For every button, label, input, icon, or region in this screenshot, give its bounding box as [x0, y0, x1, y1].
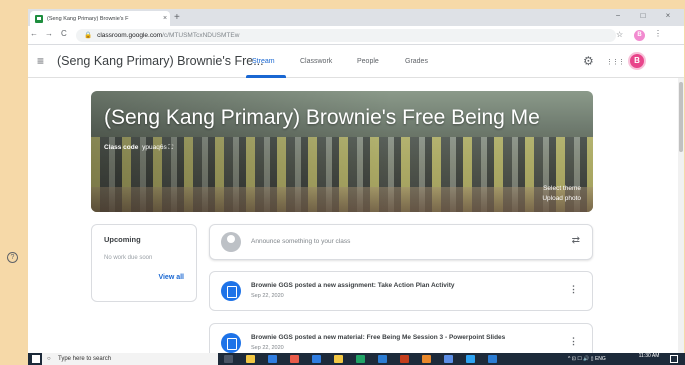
- class-code[interactable]: Class code ypuaq6s ⛶: [104, 144, 173, 152]
- classroom-favicon-icon: [35, 14, 43, 23]
- assignment-icon: [221, 281, 241, 301]
- announce-box[interactable]: Announce something to your class ⇄: [209, 224, 593, 260]
- minimize-button[interactable]: −: [608, 11, 628, 20]
- browser-menu-icon[interactable]: ⋮: [654, 29, 662, 38]
- tab-grades[interactable]: Grades: [405, 58, 428, 65]
- scrollbar-thumb[interactable]: [679, 82, 683, 152]
- new-tab-button[interactable]: +: [174, 11, 180, 24]
- post-date: Sep 22, 2020: [251, 345, 284, 351]
- taskbar-app-icon[interactable]: [444, 355, 453, 363]
- taskbar-app-icon[interactable]: [246, 355, 255, 363]
- taskbar-app-icon[interactable]: [466, 355, 475, 363]
- stream-post[interactable]: Brownie GGS posted a new assignment: Tak…: [209, 271, 593, 311]
- post-date: Sep 22, 2020: [251, 293, 284, 299]
- settings-gear-icon[interactable]: ⚙: [583, 54, 594, 68]
- upcoming-empty-text: No work due soon: [104, 255, 153, 261]
- taskbar-app-icon[interactable]: [422, 355, 431, 363]
- tab-title: (Seng Kang Primary) Brownie's F: [47, 15, 129, 22]
- post-title[interactable]: Brownie GGS posted a new material: Free …: [251, 334, 505, 341]
- tab-close-icon[interactable]: ×: [160, 15, 170, 22]
- banner-title: (Seng Kang Primary) Brownie's Free Being…: [104, 106, 540, 129]
- profile-button[interactable]: B: [634, 30, 645, 41]
- taskbar-app-icon[interactable]: [224, 355, 233, 363]
- url-host: classroom.google.com: [97, 32, 163, 39]
- browser-tab-strip: (Seng Kang Primary) Brownie's F × + − □ …: [28, 9, 684, 26]
- taskbar-search-input[interactable]: Type here to search: [42, 353, 218, 365]
- taskbar-app-icon[interactable]: [400, 355, 409, 363]
- lock-icon: 🔒: [84, 32, 93, 39]
- tab-classwork[interactable]: Classwork: [300, 58, 332, 65]
- browser-toolbar: ← → C 🔒 classroom.google.com/c/MTUSMTcxND…: [28, 26, 684, 45]
- view-all-link[interactable]: View all: [158, 274, 184, 281]
- page-scrollbar[interactable]: [678, 78, 684, 353]
- notification-icon[interactable]: [670, 355, 678, 363]
- url-path: /c/MTUSMTcxNDUSMTEw: [162, 32, 240, 39]
- reload-button[interactable]: C: [61, 29, 67, 38]
- post-options-icon[interactable]: ⋮: [569, 284, 578, 295]
- taskbar-app-icon[interactable]: [268, 355, 277, 363]
- system-tray[interactable]: ^ ⊡ ☐ 🔊 ▯ ENG: [568, 353, 606, 365]
- stream-page: (Seng Kang Primary) Brownie's Free Being…: [28, 78, 684, 363]
- tab-people[interactable]: People: [357, 58, 379, 65]
- announce-placeholder[interactable]: Announce something to your class: [251, 238, 350, 245]
- post-options-icon[interactable]: ⋮: [569, 336, 578, 347]
- post-title[interactable]: Brownie GGS posted a new assignment: Tak…: [251, 282, 454, 289]
- user-avatar-icon: [221, 232, 241, 252]
- upcoming-panel: Upcoming No work due soon View all: [91, 224, 197, 302]
- main-menu-icon[interactable]: ≡: [37, 54, 44, 68]
- windows-start-icon[interactable]: [32, 355, 40, 363]
- tab-stream[interactable]: Stream: [252, 58, 275, 65]
- taskbar-app-icon[interactable]: [356, 355, 365, 363]
- material-icon: [221, 333, 241, 353]
- taskbar-app-icon[interactable]: [378, 355, 387, 363]
- account-avatar[interactable]: B: [628, 52, 646, 70]
- class-title[interactable]: (Seng Kang Primary) Brownie's Fre...: [57, 54, 264, 68]
- maximize-button[interactable]: □: [633, 11, 653, 20]
- taskbar-app-icon[interactable]: [290, 355, 299, 363]
- class-banner: (Seng Kang Primary) Brownie's Free Being…: [91, 91, 593, 212]
- upcoming-title: Upcoming: [104, 235, 141, 244]
- repost-icon[interactable]: ⇄: [572, 235, 580, 246]
- windows-taskbar: Type here to search ^ ⊡ ☐ 🔊 ▯ ENG 11:30 …: [28, 353, 685, 365]
- classroom-header: ≡ (Seng Kang Primary) Brownie's Fre... S…: [28, 45, 684, 78]
- select-theme-link[interactable]: Select theme: [543, 185, 581, 192]
- screenshot: (Seng Kang Primary) Brownie's F × + − □ …: [0, 0, 685, 365]
- forward-button[interactable]: →: [45, 29, 53, 38]
- back-button[interactable]: ←: [30, 29, 38, 38]
- google-apps-icon[interactable]: ⋮⋮⋮: [606, 58, 625, 66]
- browser-tab[interactable]: (Seng Kang Primary) Brownie's F ×: [30, 11, 170, 26]
- taskbar-app-icon[interactable]: [488, 355, 497, 363]
- class-code-value: ypuaq6s ⛶: [142, 144, 174, 151]
- taskbar-app-icon[interactable]: [312, 355, 321, 363]
- class-code-label: Class code: [104, 144, 139, 151]
- help-icon[interactable]: ?: [7, 252, 18, 263]
- upload-photo-link[interactable]: Upload photo: [542, 195, 581, 202]
- close-window-button[interactable]: ×: [658, 11, 678, 20]
- taskbar-clock[interactable]: 11:30 AM: [635, 353, 663, 359]
- address-bar[interactable]: 🔒 classroom.google.com/c/MTUSMTcxNDUSMTEw: [76, 29, 616, 42]
- taskbar-app-icon[interactable]: [334, 355, 343, 363]
- bookmark-star-icon[interactable]: ☆: [616, 30, 623, 39]
